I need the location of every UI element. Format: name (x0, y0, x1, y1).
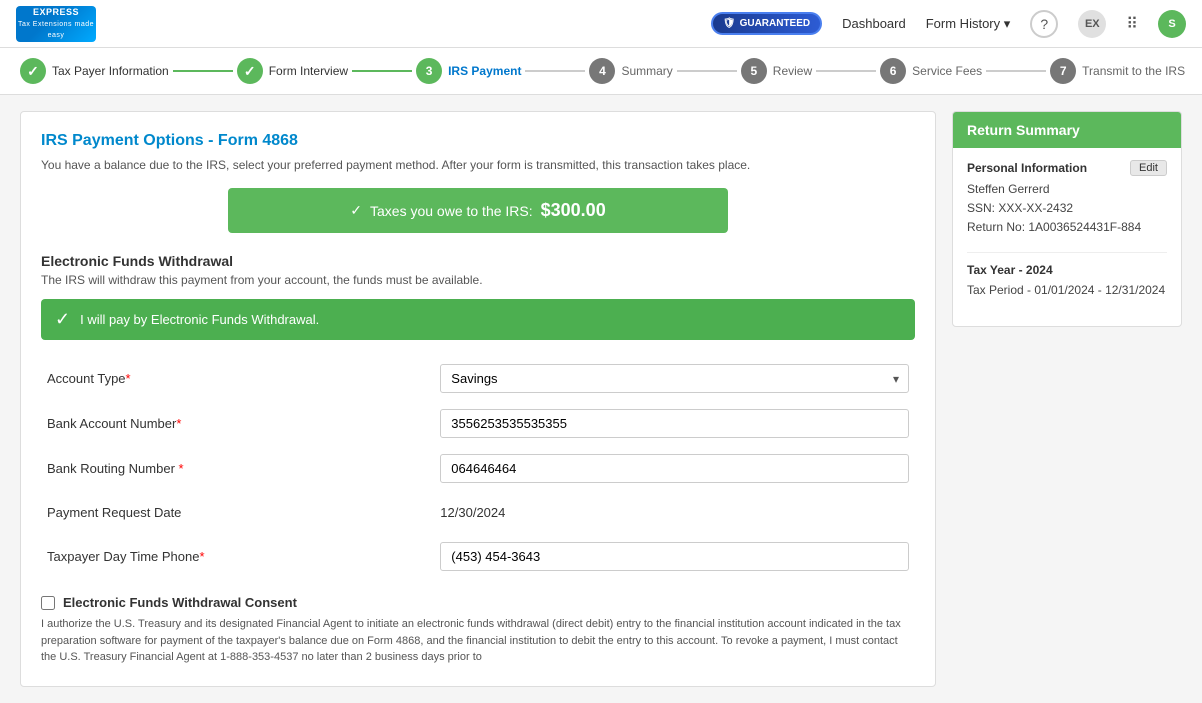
efwd-section-desc: The IRS will withdraw this payment from … (41, 273, 915, 287)
step-line-2 (352, 70, 412, 72)
step-line-4 (677, 70, 737, 72)
edit-personal-button[interactable]: Edit (1130, 160, 1167, 176)
step-3-label: IRS Payment (448, 64, 521, 78)
balance-label: Taxes you owe to the IRS: (370, 203, 533, 219)
tax-year-title: Tax Year - 2024 (967, 263, 1167, 277)
form-fields-table: Account Type* Checking Savings ▾ (41, 356, 915, 579)
progress-step-6: 6 Service Fees (880, 58, 982, 84)
main-content: IRS Payment Options - Form 4868 You have… (0, 95, 1202, 703)
required-star: * (126, 371, 131, 386)
grid-menu-button[interactable]: ⠿ (1126, 14, 1138, 34)
step-1-label: Tax Payer Information (52, 64, 169, 78)
personal-info-title-row: Personal Information Edit (967, 160, 1167, 176)
tax-period: Tax Period - 01/01/2024 - 12/31/2024 (967, 281, 1167, 300)
step-5-circle: 5 (741, 58, 767, 84)
bank-account-input[interactable] (440, 409, 909, 438)
efwd-section-title: Electronic Funds Withdrawal (41, 253, 915, 269)
phone-row: Taxpayer Day Time Phone* (41, 534, 915, 579)
step-1-circle: ✓ (20, 58, 46, 84)
form-area: IRS Payment Options - Form 4868 You have… (20, 111, 936, 687)
sidebar: Return Summary Personal Information Edit… (952, 111, 1182, 687)
dashboard-link[interactable]: Dashboard (842, 16, 906, 31)
phone-label: Taxpayer Day Time Phone* (41, 534, 434, 579)
step-4-label: Summary (621, 64, 672, 78)
consent-text: I authorize the U.S. Treasury and its de… (41, 616, 915, 666)
efwd-check-icon: ✓ (55, 309, 70, 330)
balance-amount: $300.00 (541, 200, 606, 221)
step-5-label: Review (773, 64, 812, 78)
phone-field-cell (434, 534, 915, 579)
bank-routing-input[interactable] (440, 454, 909, 483)
step-line-1 (173, 70, 233, 72)
sidebar-return-no: Return No: 1A0036524431F-884 (967, 218, 1167, 237)
step-6-label: Service Fees (912, 64, 982, 78)
consent-checkbox[interactable] (41, 596, 55, 610)
bank-account-field-cell (434, 401, 915, 446)
efwd-banner-text: I will pay by Electronic Funds Withdrawa… (80, 312, 319, 327)
bank-routing-row: Bank Routing Number * (41, 446, 915, 491)
step-line-5 (816, 70, 876, 72)
chevron-down-icon: ▾ (1004, 16, 1011, 31)
consent-section: Electronic Funds Withdrawal Consent I au… (41, 595, 915, 666)
account-type-select[interactable]: Checking Savings (440, 364, 909, 393)
account-type-row: Account Type* Checking Savings ▾ (41, 356, 915, 401)
sidebar-ssn: SSN: XXX-XX-2432 (967, 199, 1167, 218)
personal-info-section: Personal Information Edit Steffen Gerrer… (967, 160, 1167, 238)
step-7-circle: 7 (1050, 58, 1076, 84)
bank-routing-label: Bank Routing Number * (41, 446, 434, 491)
progress-bar: ✓ Tax Payer Information ✓ Form Interview… (0, 48, 1202, 95)
return-summary-box: Return Summary Personal Information Edit… (952, 111, 1182, 327)
payment-date-row: Payment Request Date 12/30/2024 (41, 491, 915, 534)
progress-step-5: 5 Review (741, 58, 812, 84)
payment-date-label: Payment Request Date (41, 491, 434, 534)
account-type-field-cell: Checking Savings ▾ (434, 356, 915, 401)
step-line-3 (525, 70, 585, 72)
step-6-circle: 6 (880, 58, 906, 84)
personal-info-title: Personal Information (967, 161, 1087, 175)
payment-date-value: 12/30/2024 (440, 499, 909, 526)
sidebar-name: Steffen Gerrerd (967, 180, 1167, 199)
navbar: EXPRESSTax Extensions made easy 🛡 GUARAN… (0, 0, 1202, 48)
shield-icon: 🛡 (723, 18, 736, 29)
progress-step-1: ✓ Tax Payer Information (20, 58, 169, 84)
step-3-circle: 3 (416, 58, 442, 84)
bank-account-row: Bank Account Number* (41, 401, 915, 446)
user-account-button[interactable]: EX (1078, 10, 1106, 38)
guaranteed-badge: 🛡 GUARANTEED (711, 12, 822, 35)
tax-year-section: Tax Year - 2024 Tax Period - 01/01/2024 … (967, 263, 1167, 300)
form-subtitle: You have a balance due to the IRS, selec… (41, 158, 915, 172)
consent-title-row: Electronic Funds Withdrawal Consent (41, 595, 915, 610)
balance-due-box: ✓ Taxes you owe to the IRS: $300.00 (228, 188, 728, 233)
checkmark-icon: ✓ (350, 202, 362, 219)
payment-date-field-cell: 12/30/2024 (434, 491, 915, 534)
efwd-banner: ✓ I will pay by Electronic Funds Withdra… (41, 299, 915, 340)
progress-step-7: 7 Transmit to the IRS (1050, 58, 1185, 84)
profile-button[interactable]: S (1158, 10, 1186, 38)
return-summary-body: Personal Information Edit Steffen Gerrer… (953, 148, 1181, 326)
progress-step-4: 4 Summary (589, 58, 672, 84)
help-button[interactable]: ? (1030, 10, 1058, 38)
bank-routing-field-cell (434, 446, 915, 491)
progress-step-2: ✓ Form Interview (237, 58, 348, 84)
summary-divider (967, 252, 1167, 253)
logo: EXPRESSTax Extensions made easy (16, 6, 96, 42)
progress-step-3: 3 IRS Payment (416, 58, 521, 84)
step-2-circle: ✓ (237, 58, 263, 84)
phone-input[interactable] (440, 542, 909, 571)
account-type-label: Account Type* (41, 356, 434, 401)
form-history-link[interactable]: Form History ▾ (926, 16, 1011, 32)
guaranteed-label: GUARANTEED (740, 18, 811, 29)
logo-image: EXPRESSTax Extensions made easy (16, 6, 96, 42)
form-title: IRS Payment Options - Form 4868 (41, 132, 915, 150)
consent-title-text: Electronic Funds Withdrawal Consent (63, 595, 297, 610)
account-type-select-wrapper: Checking Savings ▾ (440, 364, 909, 393)
bank-account-label: Bank Account Number* (41, 401, 434, 446)
step-7-label: Transmit to the IRS (1082, 64, 1185, 78)
step-2-label: Form Interview (269, 64, 348, 78)
step-4-circle: 4 (589, 58, 615, 84)
step-line-6 (986, 70, 1046, 72)
return-summary-header: Return Summary (953, 112, 1181, 148)
